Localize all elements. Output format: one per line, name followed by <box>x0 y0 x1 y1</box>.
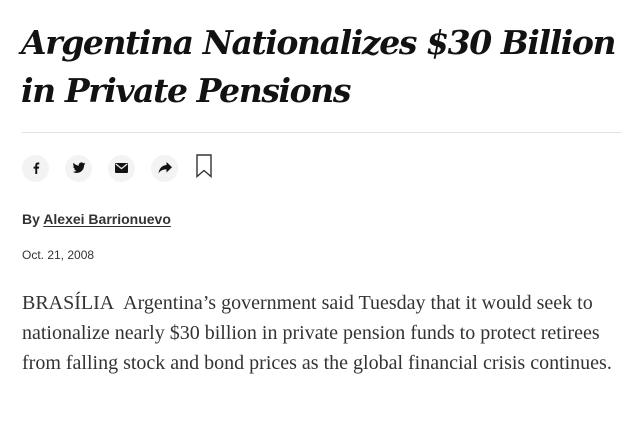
publish-date: Oct. 21, 2008 <box>22 248 95 262</box>
save-article-button[interactable] <box>194 153 214 183</box>
twitter-share-button[interactable] <box>65 154 92 182</box>
more-share-button[interactable] <box>151 154 178 182</box>
email-share-button[interactable] <box>108 154 135 182</box>
bookmark-icon <box>196 153 212 183</box>
facebook-icon <box>29 161 43 175</box>
share-icon <box>158 162 172 174</box>
facebook-share-button[interactable] <box>22 154 49 182</box>
article-lede: BRASÍLIA Argentina’s government said Tue… <box>22 288 622 378</box>
lede-location: BRASÍLIA <box>22 292 115 314</box>
header-divider <box>22 132 622 133</box>
author-link[interactable]: Alexei Barrionuevo <box>43 211 171 227</box>
article-headline: Argentina Nationalizes $30 Billion in Pr… <box>21 23 617 110</box>
byline-prefix: By <box>22 211 40 227</box>
email-icon <box>115 163 128 173</box>
twitter-icon <box>72 161 86 175</box>
byline: By Alexei Barrionuevo <box>22 209 171 229</box>
share-toolbar <box>22 153 214 183</box>
